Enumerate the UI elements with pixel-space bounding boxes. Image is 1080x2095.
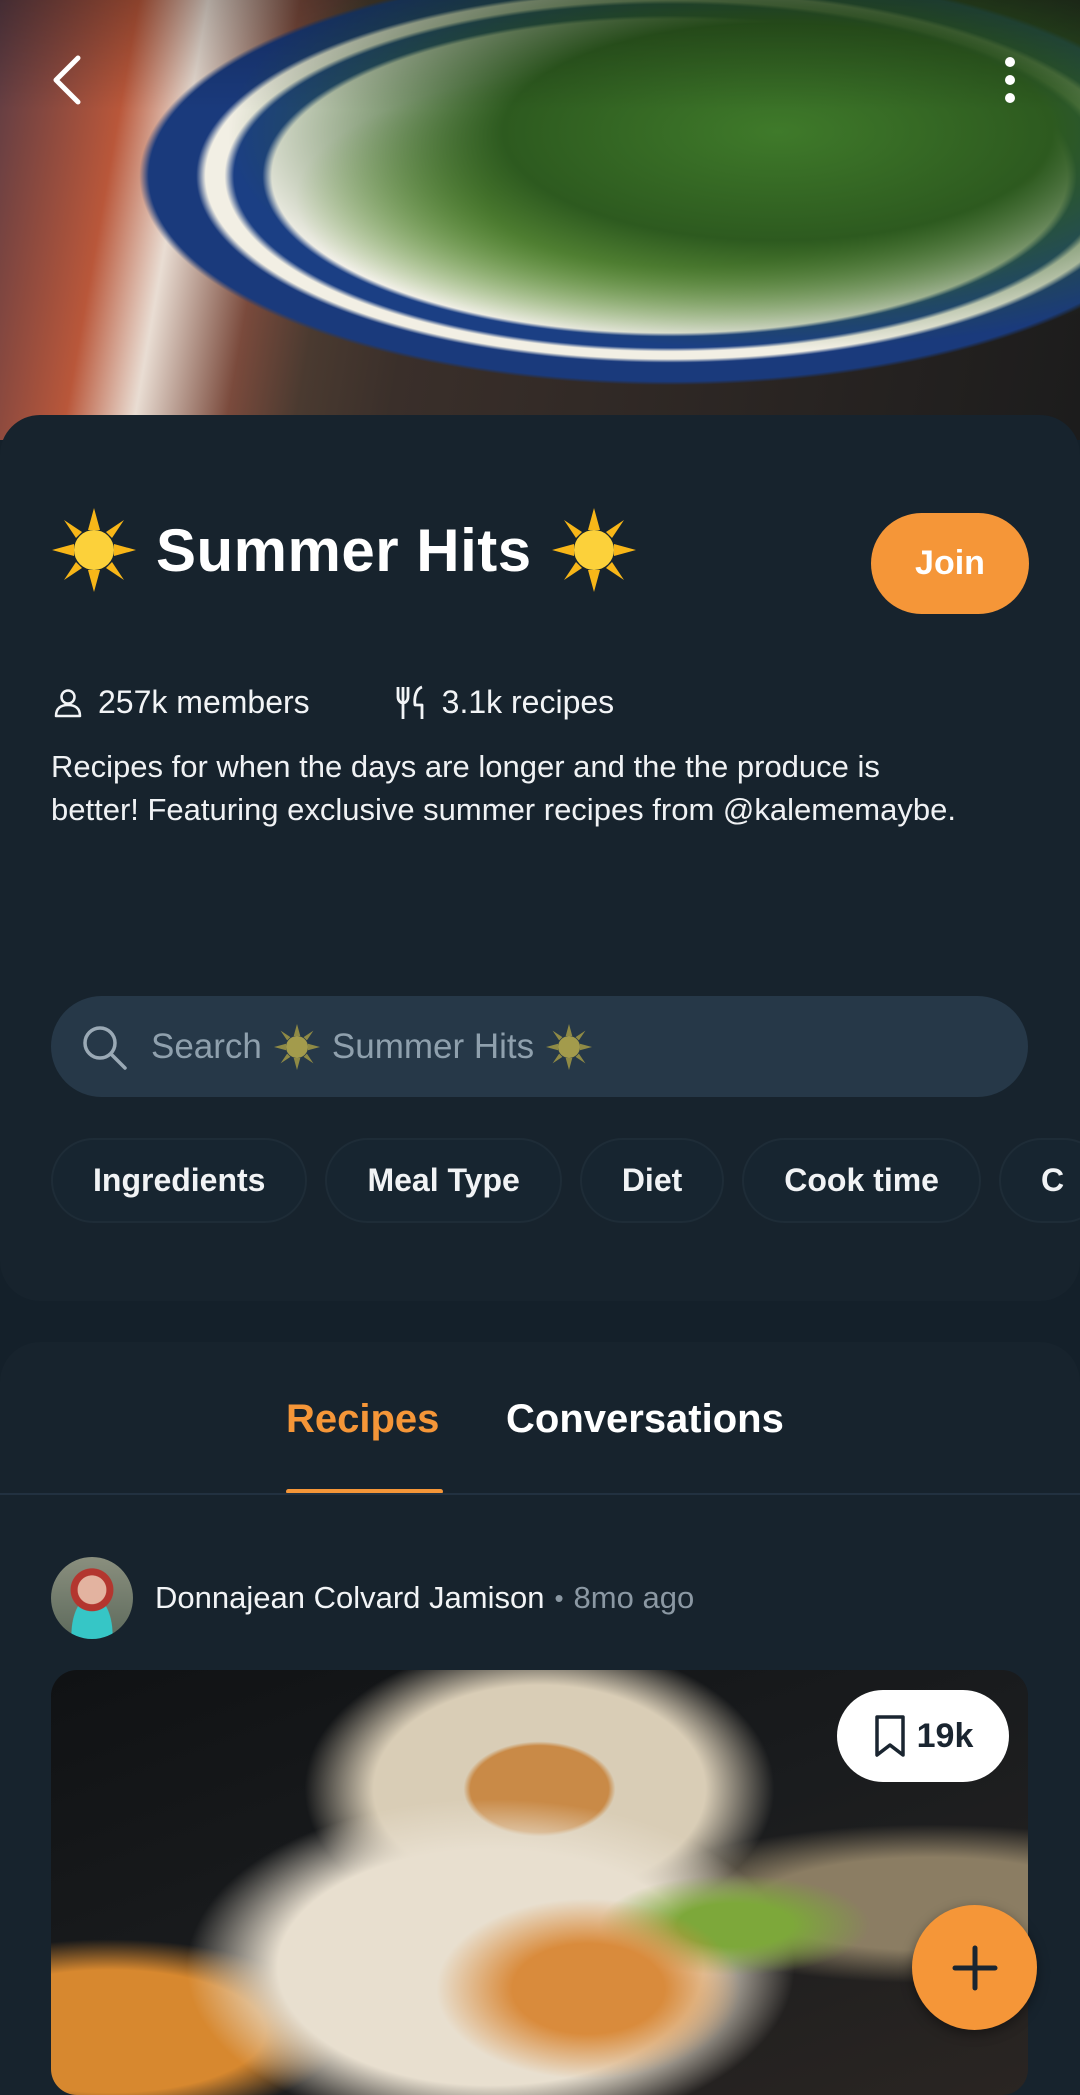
- members-stat: 257k members: [52, 684, 310, 721]
- recipes-count: 3.1k recipes: [441, 684, 615, 720]
- plus-icon: [952, 1945, 997, 1990]
- save-count: 19k: [916, 1716, 974, 1755]
- back-button[interactable]: [38, 50, 98, 110]
- community-title-row: Summer Hits: [52, 508, 636, 592]
- members-count: 257k members: [98, 684, 310, 720]
- post-time: 8mo ago: [573, 1580, 695, 1615]
- community-description: Recipes for when the days are longer and…: [51, 749, 956, 827]
- separator-dot: •: [554, 1582, 564, 1613]
- filter-chip-meal-type[interactable]: Meal Type: [325, 1138, 562, 1223]
- community-search-input[interactable]: Search Summer Hits: [51, 996, 1028, 1097]
- add-recipe-button[interactable]: [912, 1905, 1037, 2030]
- filter-chip-cook-time[interactable]: Cook time: [742, 1138, 981, 1223]
- post-author[interactable]: Donnajean Colvard Jamison • 8mo ago: [51, 1557, 694, 1639]
- sun-icon: [551, 508, 636, 592]
- person-icon: [54, 688, 82, 717]
- filter-chip-ingredients[interactable]: Ingredients: [51, 1138, 308, 1223]
- avatar[interactable]: [51, 1557, 133, 1639]
- search-community-name: Summer Hits: [331, 1026, 535, 1066]
- fork-knife-icon: [396, 685, 424, 719]
- recipes-stat: 3.1k recipes: [394, 684, 615, 721]
- search-icon: [83, 1025, 127, 1070]
- content-tabs: Recipes Conversations: [0, 1385, 1080, 1495]
- search-placeholder: Search Summer Hits: [151, 1023, 593, 1070]
- sun-icon: [546, 1023, 593, 1070]
- vertical-dots-icon: [1005, 57, 1015, 103]
- sun-icon: [52, 508, 136, 592]
- filter-chips: Ingredients Meal Type Diet Cook time C: [51, 1138, 1080, 1223]
- tab-recipes[interactable]: Recipes: [286, 1385, 439, 1495]
- filter-chip-more[interactable]: C: [998, 1138, 1080, 1223]
- chevron-left-icon: [53, 55, 81, 105]
- tabs-divider: [0, 1493, 1080, 1495]
- author-name[interactable]: Donnajean Colvard Jamison: [155, 1580, 544, 1616]
- community-stats: 257k members 3.1k recipes: [52, 684, 614, 721]
- save-button[interactable]: 19k: [837, 1690, 1009, 1782]
- hero-overlay: [0, 0, 1080, 440]
- bookmark-icon: [874, 1715, 905, 1757]
- search-prefix: Search: [151, 1026, 262, 1066]
- sun-icon: [273, 1023, 320, 1070]
- community-title: Summer Hits: [156, 516, 532, 584]
- more-options-button[interactable]: [980, 50, 1040, 110]
- join-button[interactable]: Join: [871, 513, 1029, 614]
- tab-conversations[interactable]: Conversations: [506, 1385, 784, 1495]
- filter-chip-diet[interactable]: Diet: [579, 1138, 725, 1223]
